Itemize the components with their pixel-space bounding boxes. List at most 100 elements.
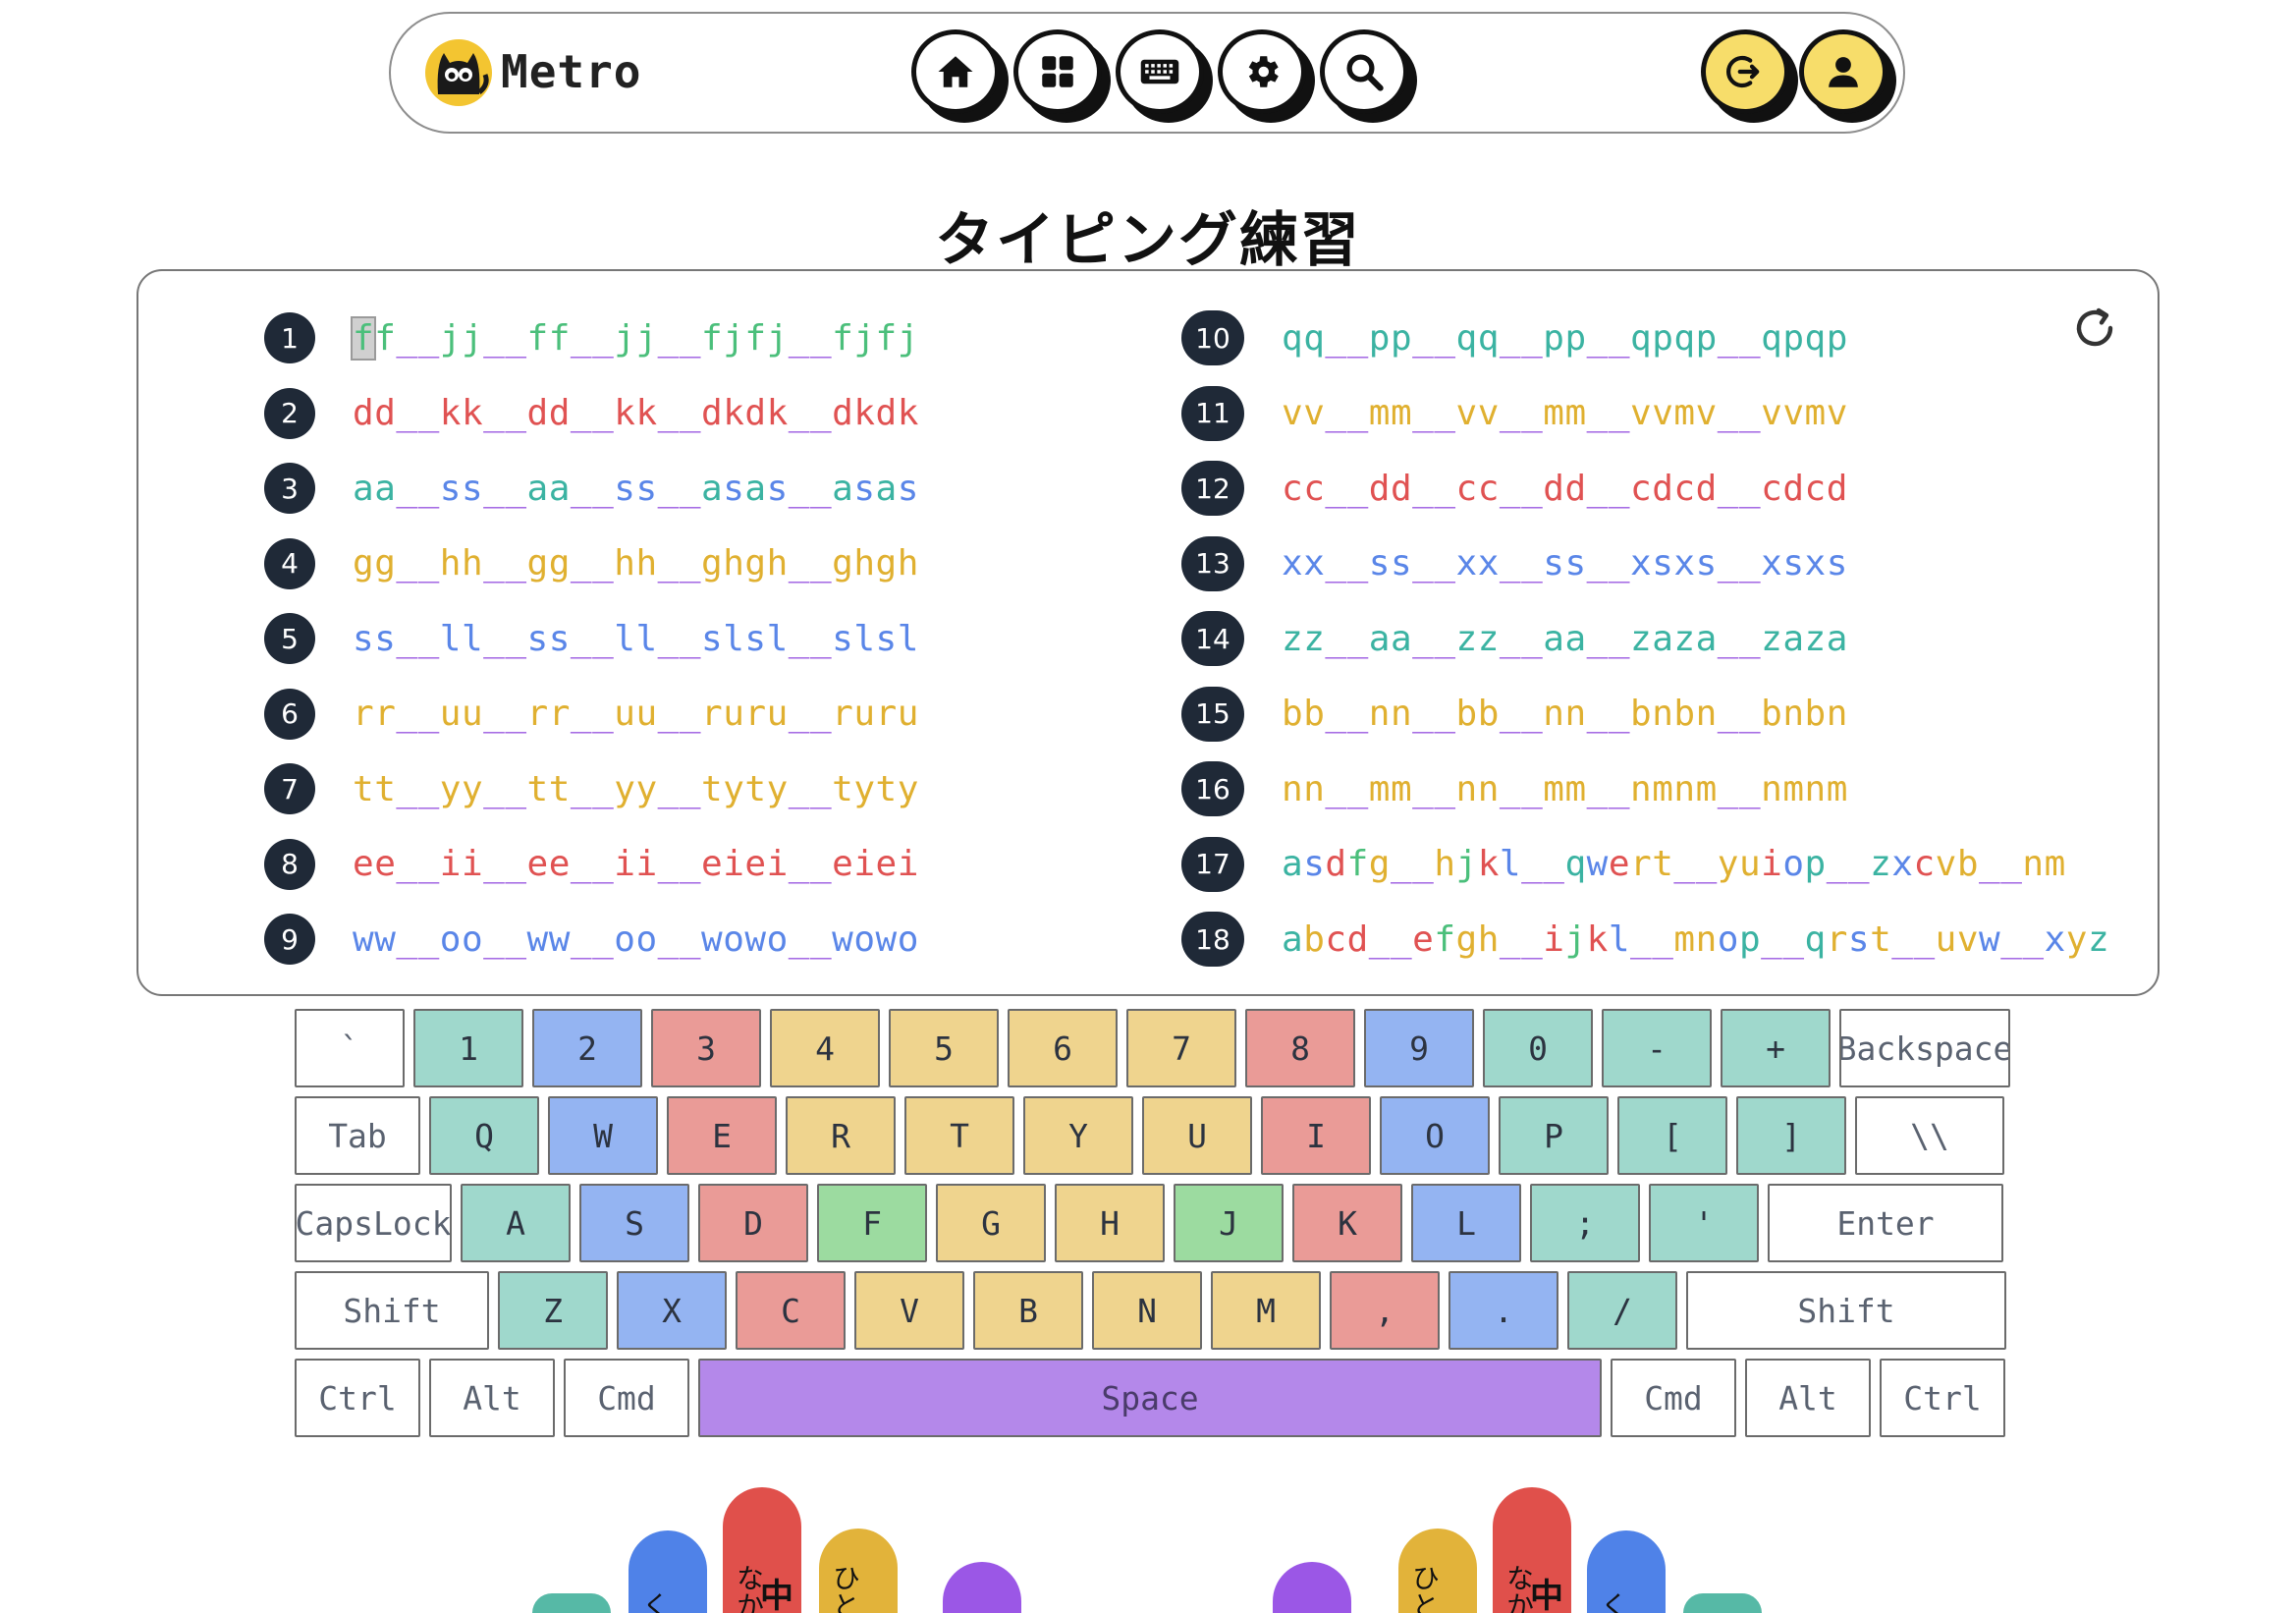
key-f[interactable]: F xyxy=(817,1184,927,1262)
key-ctrl[interactable]: Ctrl xyxy=(295,1359,420,1437)
brand-name[interactable]: Metro xyxy=(501,45,641,98)
user-icon xyxy=(1829,57,1858,87)
key-symbol[interactable]: ' xyxy=(1649,1184,1759,1262)
exercise-row[interactable]: 14 zz__aa__zz__aa__zaza__zaza xyxy=(1181,601,2109,677)
exercise-row[interactable]: 2 dd__kk__dd__kk__dkdk__dkdk xyxy=(264,376,919,452)
key-4[interactable]: 4 xyxy=(770,1009,880,1087)
settings-button[interactable] xyxy=(1218,29,1306,114)
key-symbol[interactable]: ; xyxy=(1530,1184,1640,1262)
key-1[interactable]: 1 xyxy=(413,1009,523,1087)
exercise-number: 17 xyxy=(1181,836,1244,892)
key-i[interactable]: I xyxy=(1261,1096,1371,1175)
key-symbol[interactable]: \\ xyxy=(1855,1096,2004,1175)
key-q[interactable]: Q xyxy=(429,1096,539,1175)
key-u[interactable]: U xyxy=(1142,1096,1252,1175)
key-h[interactable]: H xyxy=(1055,1184,1165,1262)
exercise-row[interactable]: 17 asdfg__hjkl__qwert__yuiop__zxcvb__nm xyxy=(1181,827,2109,903)
key-t[interactable]: T xyxy=(904,1096,1014,1175)
key-symbol[interactable]: / xyxy=(1567,1271,1677,1350)
exercise-number: 7 xyxy=(264,763,315,815)
key-symbol[interactable]: , xyxy=(1330,1271,1440,1350)
key-e[interactable]: E xyxy=(667,1096,777,1175)
key-space[interactable]: Space xyxy=(698,1359,1602,1437)
key-a[interactable]: A xyxy=(461,1184,571,1262)
logout-button[interactable] xyxy=(1701,29,1789,114)
key-x[interactable]: X xyxy=(617,1271,727,1350)
exercise-row[interactable]: 6 rr__uu__rr__uu__ruru__ruru xyxy=(264,677,919,752)
key-y[interactable]: Y xyxy=(1023,1096,1133,1175)
key-z[interactable]: Z xyxy=(498,1271,608,1350)
key-ctrl[interactable]: Ctrl xyxy=(1880,1359,2005,1437)
key-b[interactable]: B xyxy=(973,1271,1083,1350)
exercise-row[interactable]: 4 gg__hh__gg__hh__ghgh__ghgh xyxy=(264,527,919,602)
exercise-row[interactable]: 1 ff__jj__ff__jj__fjfj__fjfj xyxy=(264,301,919,376)
key-3[interactable]: 3 xyxy=(651,1009,761,1087)
key-j[interactable]: J xyxy=(1174,1184,1284,1262)
exercise-row[interactable]: 3 aa__ss__aa__ss__asas__asas xyxy=(264,451,919,527)
left-pinky-finger xyxy=(532,1593,611,1613)
key-o[interactable]: O xyxy=(1380,1096,1490,1175)
right-ring-finger: く xyxy=(1587,1530,1666,1613)
key-shift[interactable]: Shift xyxy=(1686,1271,2006,1350)
key-cmd[interactable]: Cmd xyxy=(564,1359,689,1437)
key-tab[interactable]: Tab xyxy=(295,1096,420,1175)
key-c[interactable]: C xyxy=(736,1271,846,1350)
exercise-number: 5 xyxy=(264,613,315,665)
cat-logo-icon[interactable] xyxy=(424,35,493,110)
key-v[interactable]: V xyxy=(854,1271,964,1350)
key-cmd[interactable]: Cmd xyxy=(1611,1359,1736,1437)
key-w[interactable]: W xyxy=(548,1096,658,1175)
key-symbol[interactable]: [ xyxy=(1617,1096,1727,1175)
exercise-row[interactable]: 15 bb__nn__bb__nn__bnbn__bnbn xyxy=(1181,677,2109,752)
key-alt[interactable]: Alt xyxy=(1745,1359,1871,1437)
key-8[interactable]: 8 xyxy=(1245,1009,1355,1087)
key-symbol[interactable]: ` xyxy=(295,1009,405,1087)
key-7[interactable]: 7 xyxy=(1126,1009,1236,1087)
key-symbol[interactable]: + xyxy=(1721,1009,1831,1087)
exercise-text: rr__uu__rr__uu__ruru__ruru xyxy=(353,694,919,735)
exercise-text: ww__oo__ww__oo__wowo__wowo xyxy=(353,918,919,960)
key-m[interactable]: M xyxy=(1211,1271,1321,1350)
key-9[interactable]: 9 xyxy=(1364,1009,1474,1087)
exercise-row[interactable]: 7 tt__yy__tt__yy__tyty__tyty xyxy=(264,751,919,827)
key-symbol[interactable]: ] xyxy=(1736,1096,1846,1175)
key-shift[interactable]: Shift xyxy=(295,1271,489,1350)
dashboard-button[interactable] xyxy=(1013,29,1102,114)
key-backspace[interactable]: Backspace xyxy=(1839,1009,2010,1087)
key-r[interactable]: R xyxy=(786,1096,896,1175)
key-symbol[interactable]: - xyxy=(1602,1009,1712,1087)
exercise-row[interactable]: 10 qq__pp__qq__pp__qpqp__qpqp xyxy=(1181,301,2109,376)
exercise-row[interactable]: 16 nn__mm__nn__mm__nmnm__nmnm xyxy=(1181,751,2109,827)
search-icon xyxy=(1346,54,1384,91)
right-pinky-finger xyxy=(1683,1593,1762,1613)
left-index-finger: ひと xyxy=(819,1529,898,1613)
key-2[interactable]: 2 xyxy=(532,1009,642,1087)
key-0[interactable]: 0 xyxy=(1483,1009,1593,1087)
exercise-row[interactable]: 5 ss__ll__ss__ll__slsl__slsl xyxy=(264,601,919,677)
key-symbol[interactable]: . xyxy=(1449,1271,1558,1350)
finger-main-label: 中 xyxy=(760,1577,793,1613)
key-s[interactable]: S xyxy=(579,1184,689,1262)
profile-button[interactable] xyxy=(1799,29,1887,114)
exercise-row[interactable]: 11 vv__mm__vv__mm__vvmv__vvmv xyxy=(1181,376,2109,452)
key-l[interactable]: L xyxy=(1411,1184,1521,1262)
right-thumb-finger xyxy=(1273,1562,1351,1613)
key-enter[interactable]: Enter xyxy=(1768,1184,2003,1262)
key-g[interactable]: G xyxy=(936,1184,1046,1262)
exercise-row[interactable]: 12 cc__dd__cc__dd__cdcd__cdcd xyxy=(1181,451,2109,527)
exercise-row[interactable]: 8 ee__ii__ee__ii__eiei__eiei xyxy=(264,827,919,903)
typing-button[interactable] xyxy=(1116,29,1204,114)
key-k[interactable]: K xyxy=(1292,1184,1402,1262)
key-d[interactable]: D xyxy=(698,1184,808,1262)
key-5[interactable]: 5 xyxy=(889,1009,999,1087)
exercise-row[interactable]: 13 xx__ss__xx__ss__xsxs__xsxs xyxy=(1181,527,2109,602)
exercise-row[interactable]: 18 abcd__efgh__ijkl__mnop__qrst__uvw__xyz xyxy=(1181,902,2109,977)
key-6[interactable]: 6 xyxy=(1008,1009,1118,1087)
key-n[interactable]: N xyxy=(1092,1271,1202,1350)
exercise-row[interactable]: 9 ww__oo__ww__oo__wowo__wowo xyxy=(264,902,919,977)
key-p[interactable]: P xyxy=(1499,1096,1609,1175)
search-button[interactable] xyxy=(1320,29,1408,114)
home-button[interactable] xyxy=(911,29,1000,114)
key-capslock[interactable]: CapsLock xyxy=(295,1184,452,1262)
key-alt[interactable]: Alt xyxy=(429,1359,555,1437)
